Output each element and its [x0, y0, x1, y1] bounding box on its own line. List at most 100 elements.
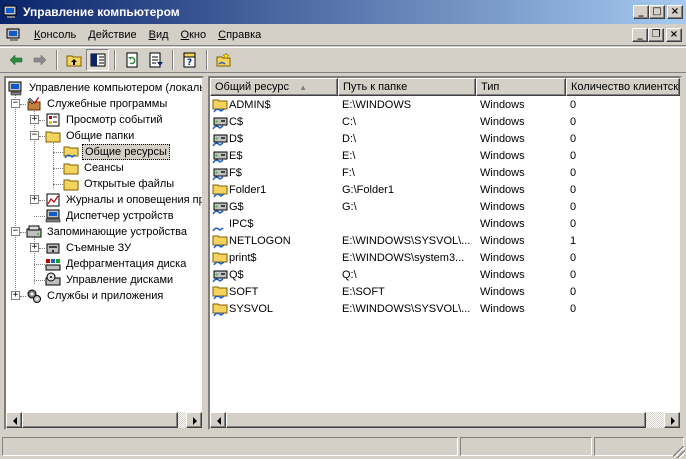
tree-item-computer-management[interactable]: Управление компьютером (локаль: [8, 80, 202, 96]
scroll-thumb[interactable]: [226, 412, 646, 428]
share-name-cell: D$: [210, 131, 338, 147]
tree-item-storage[interactable]: Запоминающие устройства: [26, 224, 189, 240]
folder-icon: [63, 179, 79, 191]
tree-item-system-tools[interactable]: Служебные программы: [26, 96, 169, 112]
menu-view[interactable]: Вид: [143, 29, 175, 41]
tree-item-services-apps[interactable]: Службы и приложения: [26, 288, 165, 304]
collapse-toggle[interactable]: −: [30, 131, 39, 140]
folder-share-icon: [212, 97, 229, 113]
table-row[interactable]: C$ C:\ Windows 0: [210, 113, 680, 130]
type-cell: Windows: [480, 217, 525, 230]
scroll-left-button[interactable]: [6, 412, 22, 428]
tree-item-device-manager[interactable]: Диспетчер устройств: [45, 208, 176, 224]
forward-button[interactable]: [28, 49, 51, 71]
table-row[interactable]: ADMIN$ E:\WINDOWS Windows 0: [210, 96, 680, 113]
column-header-share[interactable]: Общий ресурс ▲: [210, 78, 338, 96]
folder-path-cell: Q:\: [342, 268, 357, 281]
scroll-left-button[interactable]: [210, 412, 226, 428]
child-minimize-icon[interactable]: _: [632, 28, 648, 42]
tree-item-removable-storage[interactable]: Съемные ЗУ: [45, 240, 133, 256]
tree-line: [34, 264, 45, 265]
computer-management-app-icon[interactable]: [3, 5, 19, 19]
tree-item-shared-folders[interactable]: Общие папки: [45, 128, 136, 144]
scroll-right-button[interactable]: [186, 412, 202, 428]
maximize-icon[interactable]: □: [649, 5, 665, 19]
table-row[interactable]: G$ G:\ Windows 0: [210, 198, 680, 215]
tree-item-disk-management[interactable]: Управление дисками: [45, 272, 175, 288]
tree-line: [53, 152, 63, 153]
export-list-button[interactable]: [144, 49, 167, 71]
tree-line: [53, 140, 54, 188]
new-share-button[interactable]: [212, 49, 235, 71]
table-row[interactable]: NETLOGON E:\WINDOWS\SYSVOL\... Windows 1: [210, 232, 680, 249]
tree-horizontal-scrollbar[interactable]: [6, 412, 202, 428]
share-name-cell: print$: [210, 250, 338, 266]
drive-share-icon: [212, 199, 229, 215]
disk-management-icon: [45, 272, 61, 286]
tree-item-open-files[interactable]: Открытые файлы: [63, 176, 176, 192]
tree-item-event-viewer[interactable]: Просмотр событий: [45, 112, 165, 128]
console-tree[interactable]: Управление компьютером (локаль − Служебн…: [6, 78, 202, 412]
expand-toggle[interactable]: +: [11, 291, 20, 300]
table-row[interactable]: Folder1 G:\Folder1 Windows 0: [210, 181, 680, 198]
show-hide-tree-button[interactable]: [86, 49, 109, 71]
table-row[interactable]: E$ E:\ Windows 0: [210, 147, 680, 164]
toolbar-separator: [114, 50, 116, 70]
table-row[interactable]: print$ E:\WINDOWS\system3... Windows 0: [210, 249, 680, 266]
refresh-button[interactable]: [120, 49, 143, 71]
client-count-cell: 0: [570, 217, 577, 230]
menu-window[interactable]: Окно: [175, 29, 213, 41]
tree-item-label: Службы и приложения: [47, 290, 164, 302]
tree-item-shares[interactable]: Общие ресурсы: [63, 144, 170, 160]
title-bar[interactable]: Управление компьютером _ □ ×: [0, 0, 686, 24]
help-button[interactable]: ?: [178, 49, 201, 71]
share-name-cell: SOFT: [210, 284, 338, 300]
close-icon[interactable]: ×: [667, 5, 683, 19]
drive-share-icon: [212, 114, 229, 130]
table-row[interactable]: D$ D:\ Windows 0: [210, 130, 680, 147]
expand-toggle[interactable]: +: [30, 243, 39, 252]
table-row[interactable]: SOFT E:\SOFT Windows 0: [210, 283, 680, 300]
menu-action[interactable]: Действие: [82, 29, 142, 41]
menu-console[interactable]: Консоль: [28, 29, 82, 41]
table-row[interactable]: Q$ Q:\ Windows 0: [210, 266, 680, 283]
back-button[interactable]: [4, 49, 27, 71]
console-tree-pane[interactable]: Управление компьютером (локаль − Служебн…: [4, 76, 204, 430]
list-header: Общий ресурс ▲ Путь к папке Тип Количест…: [210, 78, 680, 96]
console-document-icon[interactable]: [6, 28, 22, 42]
tree-item-sessions[interactable]: Сеансы: [63, 160, 126, 176]
up-one-level-button[interactable]: [62, 49, 85, 71]
collapse-toggle[interactable]: −: [11, 99, 20, 108]
collapse-toggle[interactable]: −: [11, 227, 20, 236]
list-horizontal-scrollbar[interactable]: [210, 412, 680, 428]
child-restore-icon[interactable]: ❐: [648, 28, 664, 42]
tree-line: [53, 168, 63, 169]
minimize-icon[interactable]: _: [633, 5, 649, 19]
scroll-thumb[interactable]: [22, 412, 178, 428]
client-count-cell: 0: [570, 251, 577, 264]
shares-list[interactable]: ADMIN$ E:\WINDOWS Windows 0 C$ C:\ Windows 0 D$ D…: [210, 96, 680, 317]
column-header-type[interactable]: Тип: [476, 78, 566, 96]
column-header-clients[interactable]: Количество клиентских: [566, 78, 680, 96]
tree-item-label: Общие папки: [66, 130, 135, 142]
child-close-icon[interactable]: ×: [666, 28, 682, 42]
type-cell: Windows: [480, 200, 525, 213]
drive-share-icon: [212, 148, 229, 164]
table-row[interactable]: F$ F:\ Windows 0: [210, 164, 680, 181]
expand-toggle[interactable]: +: [30, 195, 39, 204]
tree-item-defragmenter[interactable]: Дефрагментация диска: [45, 256, 188, 272]
expand-toggle[interactable]: +: [30, 115, 39, 124]
toolbar-separator: [172, 50, 174, 70]
resize-grip[interactable]: [673, 446, 685, 458]
type-cell: Windows: [480, 302, 525, 315]
scroll-right-button[interactable]: [664, 412, 680, 428]
window-title: Управление компьютером: [23, 5, 180, 19]
menu-help[interactable]: Справка: [212, 29, 267, 41]
tree-item-label: Съемные ЗУ: [66, 242, 132, 254]
tree-item-logs-alerts[interactable]: Журналы и оповещения пр: [45, 192, 202, 208]
folder-share-icon: [212, 182, 229, 198]
table-row[interactable]: IPC$ Windows 0: [210, 215, 680, 232]
column-header-path[interactable]: Путь к папке: [338, 78, 476, 96]
details-pane[interactable]: Общий ресурс ▲ Путь к папке Тип Количест…: [208, 76, 682, 430]
table-row[interactable]: SYSVOL E:\WINDOWS\SYSVOL\... Windows 0: [210, 300, 680, 317]
